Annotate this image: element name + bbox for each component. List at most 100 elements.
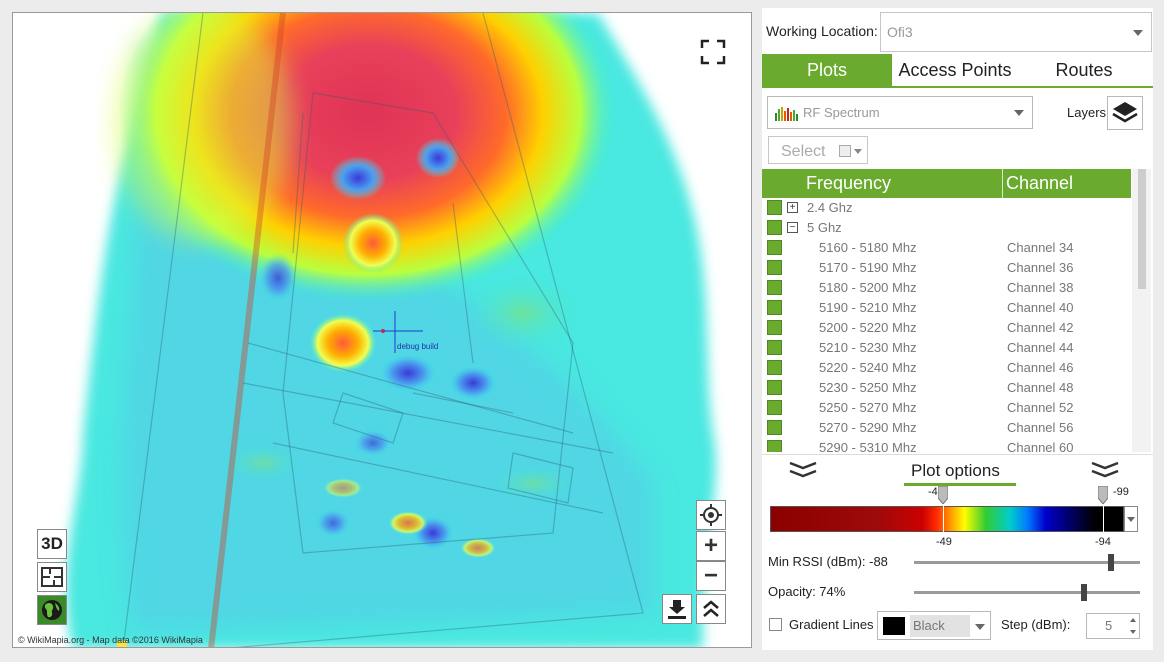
plot-type-select[interactable]: RF Spectrum	[767, 96, 1033, 129]
double-chevron-down-icon[interactable]	[1090, 461, 1120, 479]
gradient-preset-dropdown[interactable]	[1124, 506, 1138, 532]
opacity-slider[interactable]	[914, 584, 1140, 601]
tab-routes[interactable]: Routes	[1018, 54, 1150, 87]
channel-frequency: 5220 - 5240 Mhz	[819, 360, 917, 375]
line-color-swatch	[883, 617, 905, 635]
channel-checkbox[interactable]	[767, 240, 782, 255]
channel-frequency: 5290 - 5310 Mhz	[819, 440, 917, 452]
app-root: debug build 3D + − © WikiMapia.org - Map…	[0, 0, 1164, 662]
band-group-row[interactable]: −5 Ghz	[762, 218, 1132, 238]
channel-row[interactable]: 5210 - 5230 Mhz Channel 44	[762, 338, 1132, 358]
opacity-label: Opacity: 74%	[768, 584, 846, 599]
heatmap-view[interactable]: debug build 3D + − © WikiMapia.org - Map…	[12, 12, 752, 648]
channel-frequency: 5200 - 5220 Mhz	[819, 320, 917, 335]
channel-checkbox[interactable]	[767, 400, 782, 415]
channel-checkbox[interactable]	[767, 340, 782, 355]
chevron-down-icon	[1127, 517, 1135, 522]
channel-checkbox[interactable]	[767, 440, 782, 452]
zoom-in-button[interactable]: +	[696, 531, 726, 561]
channel-row[interactable]: 5230 - 5250 Mhz Channel 48	[762, 378, 1132, 398]
plot-options-bar: Plot options	[762, 454, 1153, 486]
min-rssi-label: Min RSSI (dBm): -88	[768, 554, 888, 569]
layers-icon	[1112, 102, 1138, 123]
rf-spectrum-icon	[775, 107, 798, 121]
tabs-underline	[762, 86, 1153, 88]
zoom-out-button[interactable]: −	[696, 561, 726, 591]
channel-checkbox[interactable]	[767, 360, 782, 375]
channel-row[interactable]: 5180 - 5200 Mhz Channel 38	[762, 278, 1132, 298]
channel-row[interactable]: 5190 - 5210 Mhz Channel 40	[762, 298, 1132, 318]
tab-access-points[interactable]: Access Points	[892, 54, 1018, 87]
layers-button[interactable]	[1107, 96, 1143, 130]
chevron-down-icon	[1133, 30, 1143, 36]
step-label: Step (dBm):	[1001, 617, 1071, 632]
column-header-channel[interactable]: Channel	[1006, 173, 1073, 194]
min-rssi-slider[interactable]	[914, 554, 1140, 571]
gradient-lines-row: Gradient Lines Black Step (dBm): 5	[762, 610, 1153, 642]
channel-frequency: 5190 - 5210 Mhz	[819, 300, 917, 315]
gradient-handle-left[interactable]	[938, 486, 948, 504]
map-layer-button[interactable]	[37, 595, 67, 625]
channel-row[interactable]: 5220 - 5240 Mhz Channel 46	[762, 358, 1132, 378]
opacity-row: Opacity: 74%	[762, 580, 1153, 604]
gradient-handle-right[interactable]	[1098, 486, 1108, 504]
signal-heatmap	[66, 13, 716, 647]
channel-row[interactable]: 5200 - 5220 Mhz Channel 42	[762, 318, 1132, 338]
plot-options-label[interactable]: Plot options	[911, 461, 1000, 481]
band-checkbox[interactable]	[767, 200, 782, 215]
gradient-marker-left	[943, 506, 944, 532]
step-stepper[interactable]: 5	[1086, 613, 1140, 639]
channel-checkbox[interactable]	[767, 320, 782, 335]
download-button[interactable]	[662, 594, 692, 624]
opacity-slider-thumb[interactable]	[1081, 584, 1087, 601]
channel-frequency: 5250 - 5270 Mhz	[819, 400, 917, 415]
floorplan-button[interactable]	[37, 562, 67, 592]
band-label: 2.4 Ghz	[807, 200, 853, 215]
channel-name: Channel 46	[1007, 360, 1074, 375]
gradient-bottom-left-label: -49	[936, 536, 952, 548]
fullscreen-icon	[700, 39, 726, 65]
working-location-select[interactable]: Ofi3	[880, 12, 1152, 52]
locate-button[interactable]	[696, 500, 726, 530]
fullscreen-button[interactable]	[698, 37, 728, 67]
band-checkbox[interactable]	[767, 220, 782, 235]
chevron-down-icon	[975, 624, 985, 630]
band-group-row[interactable]: +2.4 Ghz	[762, 198, 1132, 218]
channel-checkbox[interactable]	[767, 420, 782, 435]
channel-frequency: 5180 - 5200 Mhz	[819, 280, 917, 295]
channel-name: Channel 36	[1007, 260, 1074, 275]
channel-row[interactable]: 5270 - 5290 Mhz Channel 56	[762, 418, 1132, 438]
channel-row[interactable]: 5170 - 5190 Mhz Channel 36	[762, 258, 1132, 278]
view-3d-button[interactable]: 3D	[37, 529, 67, 559]
grid-scrollbar-thumb[interactable]	[1138, 169, 1146, 289]
channel-frequency: 5210 - 5230 Mhz	[819, 340, 917, 355]
double-chevron-down-icon[interactable]	[788, 461, 818, 479]
gradient-bar[interactable]	[770, 506, 1124, 532]
channel-checkbox[interactable]	[767, 280, 782, 295]
channel-checkbox[interactable]	[767, 300, 782, 315]
select-dropdown[interactable]: Select	[768, 136, 868, 164]
expand-toggle-icon[interactable]: −	[787, 222, 798, 233]
working-location-value: Ofi3	[887, 24, 913, 40]
grid-scrollbar[interactable]	[1132, 169, 1151, 452]
collapse-up-button[interactable]	[696, 594, 726, 624]
stepper-up-icon[interactable]	[1130, 618, 1136, 622]
gradient-editor: -4 -99 -49 -94	[762, 484, 1153, 560]
gradient-lines-checkbox[interactable]	[769, 618, 782, 631]
channel-checkbox[interactable]	[767, 380, 782, 395]
channel-row[interactable]: 5290 - 5310 Mhz Channel 60	[762, 438, 1132, 452]
min-rssi-slider-thumb[interactable]	[1108, 554, 1114, 571]
column-header-frequency[interactable]: Frequency	[806, 173, 891, 194]
expand-toggle-icon[interactable]: +	[787, 202, 798, 213]
channel-checkbox[interactable]	[767, 260, 782, 275]
tab-plots[interactable]: Plots	[762, 54, 892, 87]
channel-name: Channel 38	[1007, 280, 1074, 295]
channel-name: Channel 44	[1007, 340, 1074, 355]
channel-row[interactable]: 5160 - 5180 Mhz Channel 34	[762, 238, 1132, 258]
line-color-select[interactable]: Black	[877, 611, 991, 640]
channel-row[interactable]: 5250 - 5270 Mhz Channel 52	[762, 398, 1132, 418]
stepper-down-icon[interactable]	[1130, 630, 1136, 634]
select-label: Select	[781, 143, 826, 160]
band-label: 5 Ghz	[807, 220, 842, 235]
select-all-checkbox[interactable]	[839, 145, 851, 157]
